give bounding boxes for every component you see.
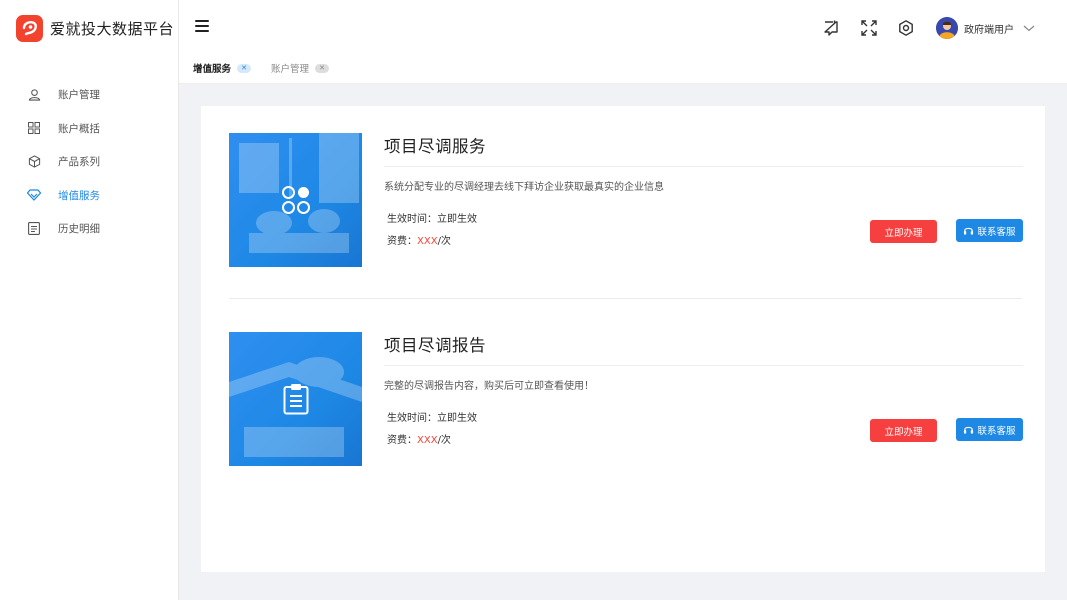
sidebar-item-product-series[interactable]: 产品系列 [0,145,178,179]
price-value: XXX [417,236,438,247]
headset-icon [964,426,974,434]
tab-account-management[interactable]: 账户管理 ✕ [271,60,330,76]
price-unit: /次 [437,435,451,446]
price-label: 资费： [387,236,417,247]
user-name: 政府端用户 [964,24,1014,36]
contact-support-button[interactable]: 联系客服 [956,418,1023,441]
list-icon [27,222,41,236]
card-effective-time: 生效时间：立即生效 [387,214,477,225]
tab-label: 账户管理 [271,64,310,75]
brand[interactable]: 爱就投大数据平台 [0,0,178,56]
diamond-icon [27,188,41,202]
card-description: 完整的尽调报告内容，购买后可立即查看使用！ [384,381,594,392]
clipboard-icon [283,384,308,415]
card-title: 项目尽调服务 [384,137,486,156]
message-icon[interactable] [822,19,840,37]
price-label: 资费： [387,435,417,446]
sidebar-item-history[interactable]: 历史明细 [0,212,178,246]
tab-label: 增值服务 [193,64,232,75]
contact-support-button[interactable]: 联系客服 [956,219,1023,242]
card-divider [384,365,1023,366]
tab-value-added-service[interactable]: 增值服务 ✕ [193,60,252,76]
card-divider [384,166,1023,167]
card-price: 资费：XXX/次 [387,232,451,247]
menu-toggle-icon[interactable] [195,20,209,34]
close-icon[interactable]: ✕ [315,63,330,73]
apply-now-button[interactable]: 立即办理 [870,220,937,243]
contact-support-label: 联系客服 [977,425,1016,437]
avatar [936,17,958,39]
top-header: 政府端用户 [179,0,1067,56]
sidebar-item-label: 账户管理 [58,89,100,102]
contact-support-label: 联系客服 [977,226,1016,238]
section-divider [229,298,1022,299]
price-unit: /次 [437,236,451,247]
card-price: 资费：XXX/次 [387,431,451,446]
service-image [229,332,362,466]
price-value: XXX [417,435,438,446]
clover-icon [281,186,310,214]
cube-icon [27,155,41,169]
fullscreen-icon[interactable] [860,19,878,37]
tab-bar: 增值服务 ✕ 账户管理 ✕ [179,56,1067,84]
card-description: 系统分配专业的尽调经理去线下拜访企业获取最真实的企业信息 [384,182,664,193]
sidebar-item-account-management[interactable]: 账户管理 [0,78,178,112]
user-icon [27,88,41,102]
sidebar: 爱就投大数据平台 账户管理 账户概括 产品系列 增值服务 历史明细 [0,0,179,600]
sidebar-menu: 账户管理 账户概括 产品系列 增值服务 历史明细 [0,78,178,246]
card-effective-time: 生效时间：立即生效 [387,413,477,424]
sidebar-item-label: 历史明细 [58,223,100,236]
sidebar-item-label: 账户概括 [58,122,100,135]
settings-icon[interactable] [897,19,915,37]
card-title: 项目尽调报告 [384,336,486,355]
brand-logo-icon [16,14,43,42]
chevron-down-icon [1023,25,1035,32]
brand-title: 爱就投大数据平台 [50,19,175,38]
apply-now-button[interactable]: 立即办理 [870,419,937,442]
user-menu[interactable]: 政府端用户 [936,16,1035,40]
sidebar-item-account-overview[interactable]: 账户概括 [0,112,178,146]
headset-icon [964,227,974,235]
grid-icon [27,121,41,135]
service-card: 项目尽调报告 完整的尽调报告内容，购买后可立即查看使用！ 生效时间：立即生效 资… [229,332,1023,466]
sidebar-item-value-added-service[interactable]: 增值服务 [0,179,178,213]
main-content: 项目尽调服务 系统分配专业的尽调经理去线下拜访企业获取最真实的企业信息 生效时间… [201,106,1045,572]
sidebar-item-label: 产品系列 [58,156,100,169]
service-card: 项目尽调服务 系统分配专业的尽调经理去线下拜访企业获取最真实的企业信息 生效时间… [229,133,1023,267]
sidebar-item-label: 增值服务 [58,189,100,202]
close-icon[interactable]: ✕ [237,63,252,73]
service-image [229,133,362,267]
